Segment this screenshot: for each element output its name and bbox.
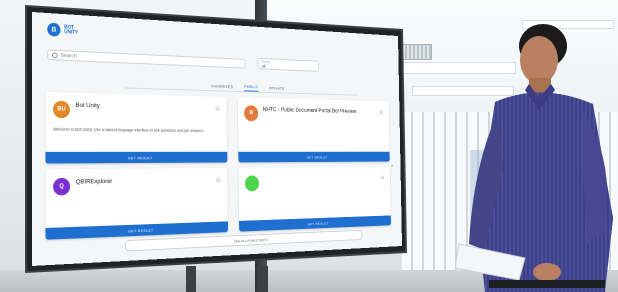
star-icon[interactable]: ☆ <box>215 105 221 113</box>
get-result-button[interactable]: GET RESULT <box>45 151 228 164</box>
get-result-button[interactable]: GET RESULT <box>239 215 391 232</box>
filter-select-value: All <box>261 64 266 69</box>
chevron-right-icon[interactable]: › <box>391 163 393 169</box>
tab-private[interactable]: PRIVATE <box>269 86 285 93</box>
bot-title: NHTC - Public Document Portal Bot Previe… <box>262 106 357 115</box>
bot-card-nhtc[interactable]: B NHTC - Public Document Portal Bot Prev… <box>237 97 390 163</box>
tab-favorites[interactable]: FAVORITES <box>211 84 233 91</box>
star-icon[interactable]: ☆ <box>380 174 385 181</box>
bot-tabs: FAVORITES PUBLIC PRIVATE <box>124 77 359 96</box>
logo-icon: B <box>47 22 61 37</box>
bot-avatar <box>244 175 260 192</box>
filter-select-label: Sort by <box>261 59 270 64</box>
bot-card-qbirexplorer[interactable]: Q QBIRExplorer ☆ GET RESULT <box>45 167 229 240</box>
bot-title: Bot Unity <box>75 102 100 110</box>
star-icon[interactable]: ☆ <box>215 176 221 184</box>
bot-card-bot-unity[interactable]: BU Bot Unity ☆ Welcome to Bot Unity! Use… <box>45 91 228 164</box>
monitor-screen: B BOT UNITY Search Sort by All FAVORITES… <box>31 12 403 266</box>
logo-text: BOT UNITY <box>64 24 79 36</box>
bot-description: Welcome to Bot Unity! Use a natural lang… <box>53 126 205 133</box>
search-input[interactable]: Search <box>47 49 246 69</box>
bot-title: QBIRExplorer <box>75 178 113 186</box>
filter-select[interactable]: Sort by All <box>257 57 319 72</box>
bot-avatar: Q <box>53 177 71 196</box>
search-icon <box>52 52 58 59</box>
search-placeholder: Search <box>60 52 77 59</box>
star-icon[interactable]: ☆ <box>379 108 384 115</box>
tab-public[interactable]: PUBLIC <box>244 84 259 92</box>
presenter <box>455 18 618 292</box>
presenter-figure <box>455 24 613 292</box>
bot-card-4[interactable]: ☆ GET RESULT <box>238 166 391 232</box>
bot-avatar: B <box>244 105 259 122</box>
get-result-button[interactable]: GET RESULT <box>238 151 390 163</box>
app-logo[interactable]: B BOT UNITY <box>47 22 88 39</box>
bot-avatar: BU <box>53 100 70 119</box>
